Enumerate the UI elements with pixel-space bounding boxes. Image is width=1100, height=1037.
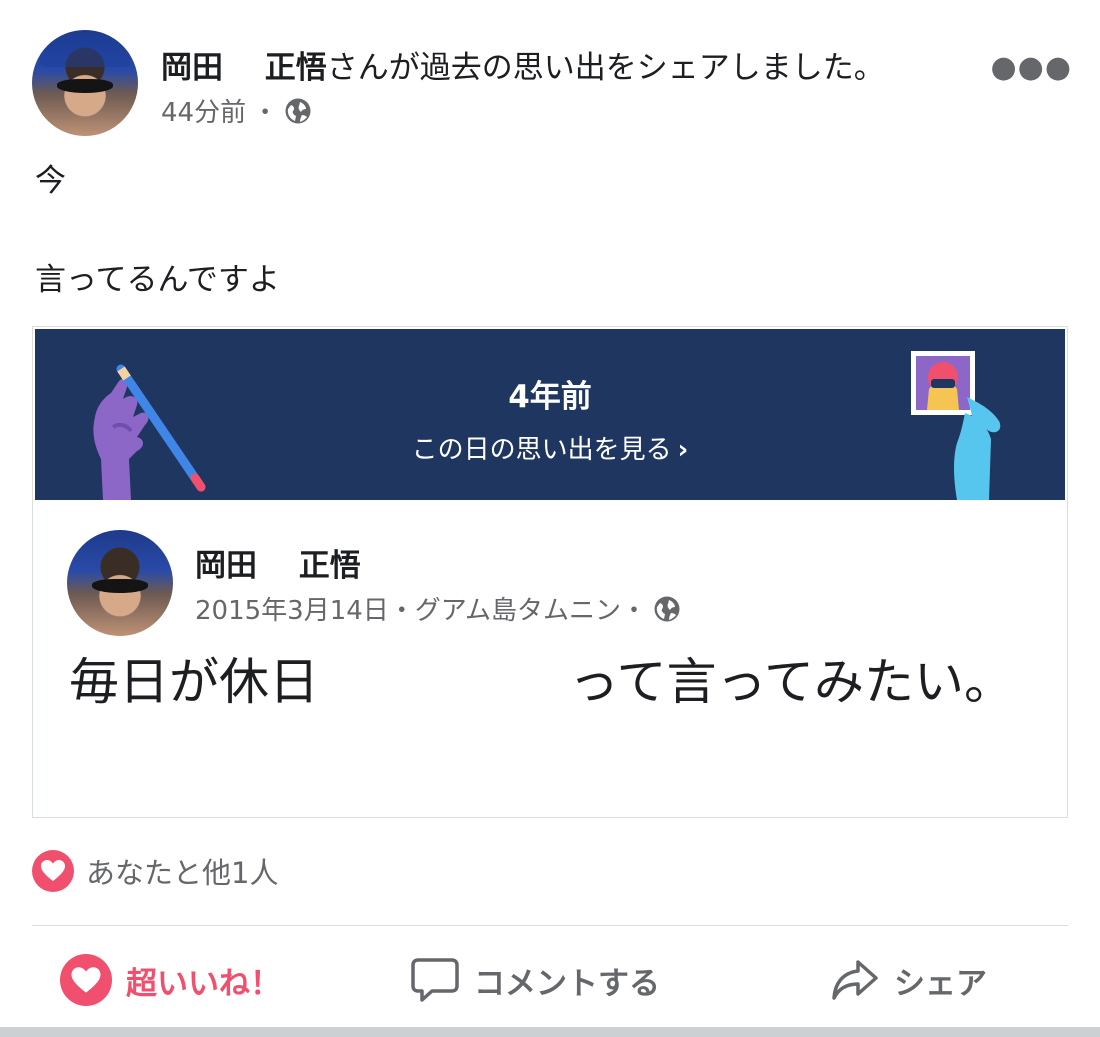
shared-post-meta: 2015年3月14日・グアム島タムニン・ — [195, 590, 681, 627]
shared-post[interactable]: 岡田 正悟 2015年3月14日・グアム島タムニン・ 毎日が休日 って言ってみた… — [35, 500, 1065, 816]
share-button[interactable]: シェア — [830, 950, 987, 1010]
comment-bubble-icon — [411, 958, 459, 1002]
shared-post-body: 毎日が休日 って言ってみたい。 — [69, 653, 1014, 711]
heart-icon — [60, 954, 112, 1006]
reaction-summary[interactable]: あなたと他1人 — [32, 850, 278, 892]
post-time[interactable]: 44分前 — [161, 92, 246, 129]
post-actions: 超いいね！ コメントする シェア — [32, 940, 1068, 1020]
author-avatar[interactable] — [32, 30, 138, 136]
post-header: 岡田 正悟さんが過去の思い出をシェアしました。 44分前 ・ ●●● — [32, 30, 1072, 140]
globe-icon — [285, 98, 311, 123]
divider — [32, 925, 1068, 926]
share-action-text: さんが過去の思い出をシェアしました。 — [326, 50, 885, 86]
feed-separator — [0, 1027, 1100, 1037]
post-text-line: 今 — [35, 163, 66, 199]
love-label: 超いいね！ — [126, 965, 281, 1002]
see-memories-label: この日の思い出を見る — [411, 435, 672, 465]
post-meta: 44分前 ・ — [161, 92, 312, 129]
chevron-right-icon: › — [677, 435, 689, 465]
share-arrow-icon — [832, 960, 878, 1000]
post-headline: 岡田 正悟さんが過去の思い出をシェアしました。 — [161, 42, 885, 87]
shared-post-date-location[interactable]: 2015年3月14日・グアム島タムニン・ — [195, 590, 647, 627]
reaction-summary-text: あなたと他1人 — [86, 856, 279, 890]
heart-icon — [32, 850, 74, 892]
love-button[interactable]: 超いいね！ — [60, 950, 281, 1010]
more-dots-icon[interactable]: ●●● — [990, 50, 1072, 85]
share-label: シェア — [894, 965, 987, 1002]
memory-card[interactable]: 4年前 この日の思い出を見る › 岡田 正悟 2015年3月14日・グアム島タムニ… — [32, 326, 1068, 818]
hand-with-photo-illustration — [911, 351, 1001, 500]
comment-label: コメントする — [474, 965, 660, 1002]
comment-button[interactable]: コメントする — [410, 950, 660, 1010]
globe-icon — [654, 596, 680, 621]
meta-separator: ・ — [252, 98, 279, 128]
post-text-line: 言ってるんですよ — [35, 262, 280, 298]
memory-banner[interactable]: 4年前 この日の思い出を見る › — [35, 329, 1065, 500]
author-name[interactable]: 岡田 正悟 — [161, 50, 327, 86]
hand-with-pencil-illustration — [93, 364, 206, 500]
shared-author-avatar[interactable] — [67, 530, 173, 636]
shared-author-name[interactable]: 岡田 正悟 — [195, 540, 361, 585]
